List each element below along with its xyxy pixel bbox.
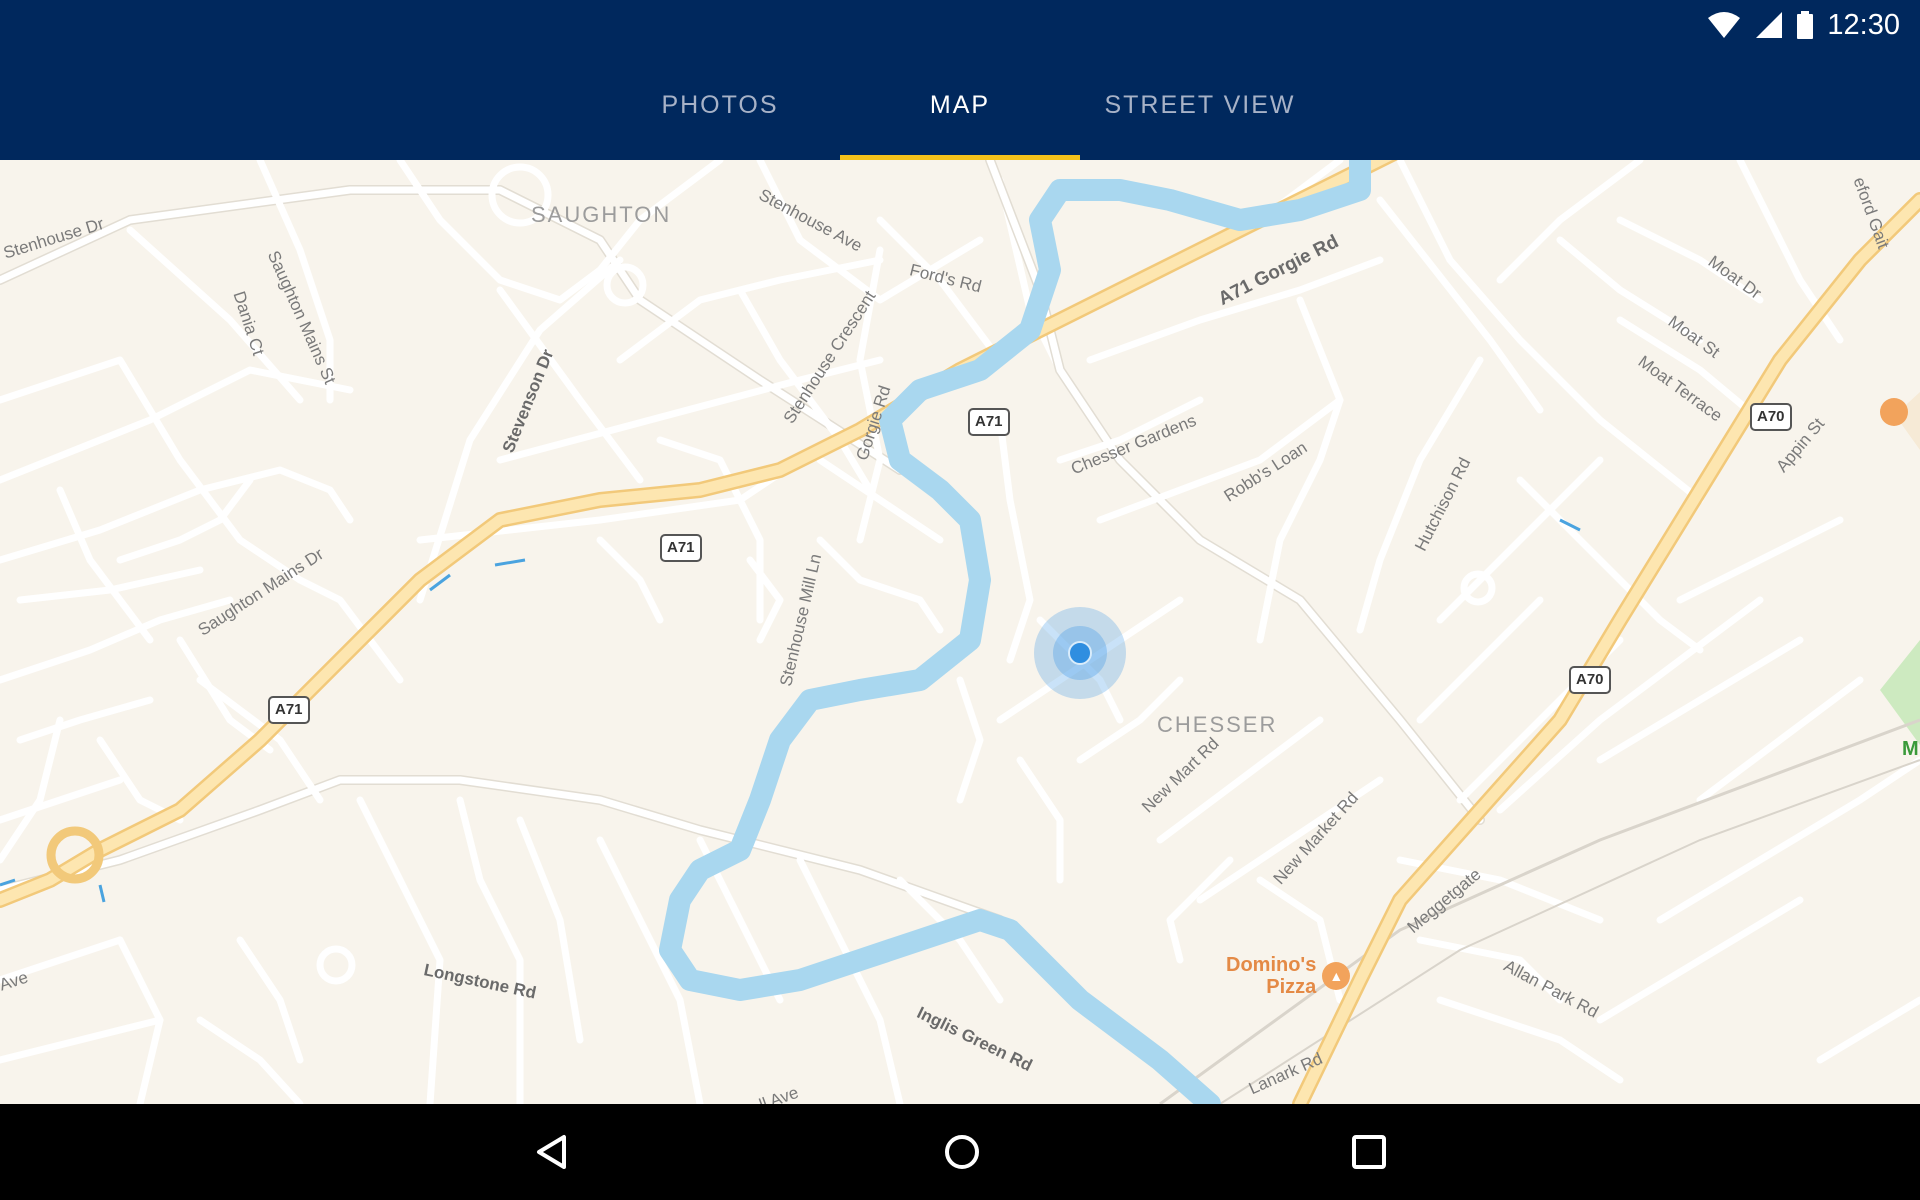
route-shield-a71: A71: [968, 408, 1010, 436]
poi-label: Domino's Pizza: [1226, 954, 1316, 998]
home-icon[interactable]: [938, 1128, 986, 1176]
area-label-chesser: CHESSER: [1157, 712, 1278, 737]
cell-signal-icon: [1756, 12, 1783, 38]
tab-map[interactable]: MAP: [840, 50, 1080, 160]
route-shield-a71: A71: [268, 696, 310, 724]
route-shield-a70: A70: [1569, 666, 1611, 694]
park-label: M: [1902, 738, 1919, 760]
back-icon[interactable]: [530, 1128, 578, 1176]
tab-photos[interactable]: PHOTOS: [600, 50, 840, 160]
status-time: 12:30: [1827, 8, 1900, 41]
status-icons: 12:30: [1707, 8, 1900, 42]
battery-icon: [1797, 11, 1814, 39]
poi-label-line: Domino's: [1226, 954, 1317, 976]
poi-dominos-pizza[interactable]: Domino's Pizza ▲: [1226, 954, 1351, 998]
map-view[interactable]: SAUGHTON CHESSER Stenhouse Dr Dania Ct S…: [0, 160, 1920, 1104]
park-area: [1880, 640, 1920, 745]
route-shield-a71: A71: [660, 534, 702, 562]
navigation-bar: [0, 1104, 1920, 1200]
wifi-icon: [1708, 12, 1741, 38]
shop-icon[interactable]: [1880, 398, 1908, 426]
route-shield-a70: A70: [1750, 403, 1792, 431]
recents-icon[interactable]: [1345, 1128, 1393, 1176]
status-bar: 12:30: [0, 0, 1920, 50]
current-location-dot[interactable]: [1068, 641, 1092, 665]
poi-label-line: Pizza: [1266, 976, 1317, 998]
area-label-saughton: SAUGHTON: [531, 202, 672, 227]
pizza-icon: ▲: [1322, 962, 1351, 990]
tab-street-view[interactable]: STREET VIEW: [1080, 50, 1320, 160]
tab-bar: PHOTOS MAP STREET VIEW: [0, 50, 1920, 160]
